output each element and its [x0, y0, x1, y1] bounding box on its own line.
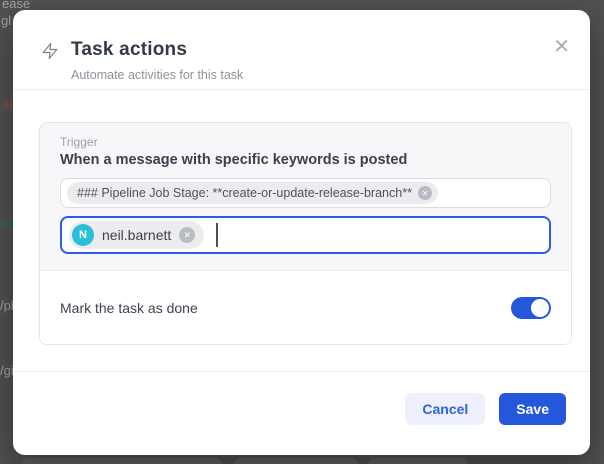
background-text-fragment: /pl [0, 299, 14, 313]
keyword-tag-label: ### Pipeline Job Stage: **create-or-upda… [77, 186, 412, 200]
trigger-label: Trigger [60, 135, 551, 149]
avatar: N [72, 224, 94, 246]
save-button[interactable]: Save [499, 393, 566, 425]
background-text-fragment: /gi [0, 364, 14, 378]
task-actions-modal: Task actions Automate activities for thi… [13, 10, 590, 455]
user-chip-name: neil.barnett [102, 227, 171, 243]
background-button-shape [22, 458, 222, 464]
mark-done-row: Mark the task as done [40, 271, 571, 344]
trigger-heading: When a message with specific keywords is… [60, 152, 551, 168]
cancel-button[interactable]: Cancel [405, 393, 485, 425]
modal-title: Task actions [71, 39, 187, 61]
screen: ease gl ap /pl /gi Task actions Automate… [0, 0, 604, 464]
mark-done-toggle[interactable] [511, 297, 551, 319]
user-chip: N neil.barnett ✕ [69, 221, 204, 249]
toggle-knob [531, 299, 549, 317]
trigger-section: Trigger When a message with specific key… [40, 123, 571, 271]
zap-icon [41, 41, 59, 61]
keywords-input[interactable]: ### Pipeline Job Stage: **create-or-upda… [60, 178, 551, 208]
recipient-input[interactable]: N neil.barnett ✕ [60, 216, 551, 254]
background-text-fragment: gl [1, 14, 11, 28]
text-caret [216, 223, 218, 247]
remove-keyword-icon[interactable]: ✕ [418, 186, 432, 200]
modal-header: Task actions Automate activities for thi… [13, 10, 590, 90]
mark-done-label: Mark the task as done [60, 300, 198, 316]
modal-footer: Cancel Save [405, 393, 566, 425]
close-icon[interactable]: ✕ [553, 37, 570, 57]
background-divider [0, 223, 13, 225]
footer-divider [13, 371, 590, 372]
background-button-shape [368, 458, 468, 464]
keyword-tag: ### Pipeline Job Stage: **create-or-upda… [67, 182, 438, 204]
trigger-card: Trigger When a message with specific key… [39, 122, 572, 345]
background-button-shape [234, 458, 358, 464]
remove-user-icon[interactable]: ✕ [179, 227, 195, 243]
modal-subtitle: Automate activities for this task [71, 68, 243, 82]
